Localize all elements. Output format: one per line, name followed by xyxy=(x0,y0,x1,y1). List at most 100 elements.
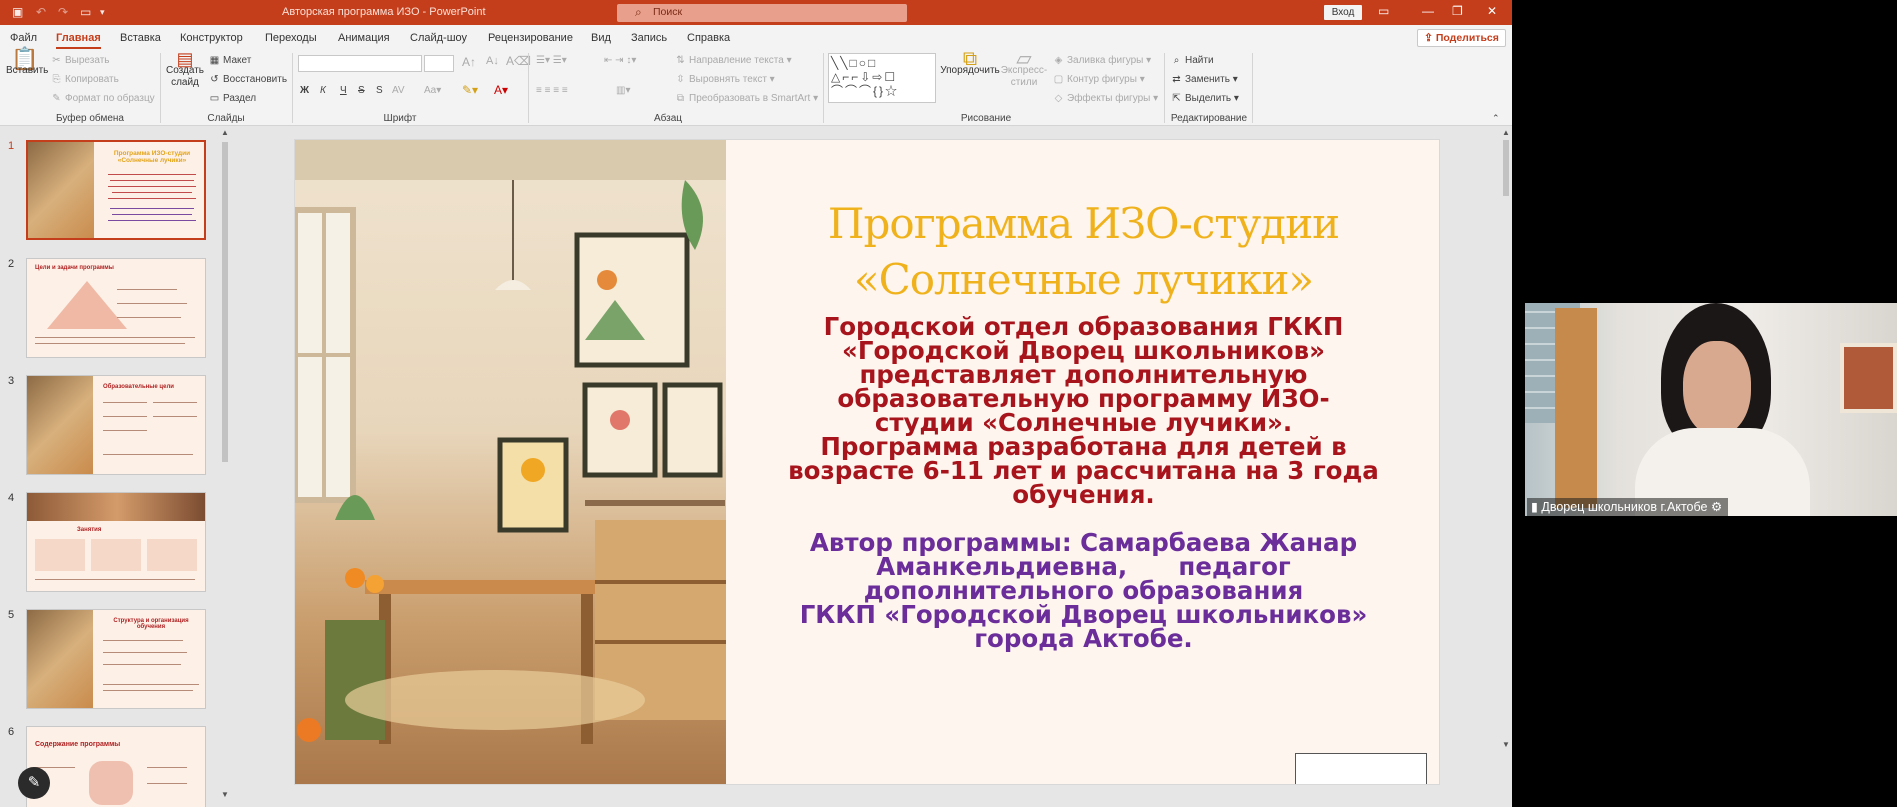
close-icon[interactable]: ✕ xyxy=(1487,4,1497,18)
font-size-field[interactable] xyxy=(424,55,454,72)
slide-scrollbar[interactable]: ▲ ▼ xyxy=(1500,126,1512,806)
smartart-button[interactable]: ⧉ Преобразовать в SmartArt ▾ xyxy=(674,93,818,104)
slide-title[interactable]: Программа ИЗО-студии «Солнечные лучики» xyxy=(726,196,1439,308)
search-box[interactable]: ⌕ Поиск xyxy=(617,4,907,22)
case-icon[interactable]: Aa▾ xyxy=(424,85,441,96)
slide-thumbnail-2[interactable]: Цели и задачи программы xyxy=(26,258,206,358)
tab-review[interactable]: Рецензирование xyxy=(488,32,573,44)
align-text-button[interactable]: ⇳ Выровнять текст ▾ xyxy=(674,74,774,85)
pen-icon[interactable]: ✎ xyxy=(18,767,50,799)
signin-button[interactable]: Вход xyxy=(1324,5,1362,20)
thumb-title: Структура и организация обучения xyxy=(113,618,189,630)
minimize-icon[interactable]: — xyxy=(1422,4,1434,18)
scroll-down-icon[interactable]: ▼ xyxy=(1502,740,1510,749)
bullets-icon[interactable]: ☰▾ ☰▾ xyxy=(536,55,567,66)
cut-label: Вырезать xyxy=(65,55,110,66)
document-title: Авторская программа ИЗО - PowerPoint xyxy=(282,6,486,18)
replace-icon: ⇄ xyxy=(1172,74,1181,85)
new-slide-icon: ▤ xyxy=(176,49,194,69)
thumb-number: 5 xyxy=(8,609,15,621)
scroll-thumb[interactable] xyxy=(1503,140,1509,196)
thumb-number: 2 xyxy=(8,258,15,270)
customize-toolbar-icon[interactable]: ▾ xyxy=(100,7,105,18)
tab-home[interactable]: Главная xyxy=(56,32,101,49)
select-button[interactable]: ⇱ Выделить ▾ xyxy=(1170,93,1239,104)
quick-styles-button[interactable]: ▱ Экспресс-стили xyxy=(1000,49,1048,89)
tab-insert[interactable]: Вставка xyxy=(120,32,161,44)
thumbnails-scrollbar[interactable]: ▲ ▼ xyxy=(220,126,230,806)
slide-thumbnail-1[interactable]: Программа ИЗО-студии «Солнечные лучики» xyxy=(26,140,206,240)
ribbon-home: 📋 Вставить ✂ Вырезать ⎘ Копировать ✎ Формат… xyxy=(0,48,1512,126)
slide-thumbnail-5[interactable]: Структура и организация обучения xyxy=(26,609,206,709)
highlight-icon[interactable]: ✎▾ xyxy=(462,83,478,97)
shapes-gallery[interactable]: ╲╲□○□ △⌐⌐⇩⇨☐ ⌒⌒⌒{}☆ xyxy=(828,53,936,103)
replace-button[interactable]: ⇄ Заменить ▾ xyxy=(1170,74,1237,85)
format-painter-button[interactable]: ✎ Формат по образцу xyxy=(50,93,154,104)
indent-icon[interactable]: ⇤ ⇥ ↕▾ xyxy=(604,55,636,66)
ribbon-display-icon[interactable]: ▭ xyxy=(1378,4,1389,18)
find-button[interactable]: ⌕ Найти xyxy=(1170,55,1214,66)
undo-icon[interactable]: ↶ xyxy=(36,5,46,19)
align-text-icon: ⇳ xyxy=(676,74,685,85)
font-name-field[interactable] xyxy=(298,55,422,72)
spacing-icon[interactable]: AV xyxy=(392,85,405,96)
restore-icon[interactable]: ❐ xyxy=(1452,4,1463,18)
tab-slideshow[interactable]: Слайд-шоу xyxy=(410,32,467,44)
tab-design[interactable]: Конструктор xyxy=(180,32,243,44)
strikethrough-button[interactable]: S xyxy=(358,85,365,96)
copy-label: Копировать xyxy=(65,74,119,85)
tab-help[interactable]: Справка xyxy=(687,32,730,44)
italic-button[interactable]: К xyxy=(320,85,326,96)
thumb-title: Содержание программы xyxy=(35,741,121,748)
scroll-down-icon[interactable]: ▼ xyxy=(221,790,229,799)
slide-thumbnail-6[interactable]: Содержание программы xyxy=(26,726,206,807)
copy-button[interactable]: ⎘ Копировать xyxy=(50,74,119,85)
arrange-button[interactable]: ⧉ Упорядочить xyxy=(940,49,1000,77)
thumb-text-line xyxy=(110,208,194,209)
cut-button[interactable]: ✂ Вырезать xyxy=(50,55,109,66)
scissors-icon: ✂ xyxy=(52,55,61,66)
thumb-text-line xyxy=(117,317,181,318)
scroll-up-icon[interactable]: ▲ xyxy=(1502,128,1510,137)
bold-button[interactable]: Ж xyxy=(300,85,309,96)
collapse-ribbon-icon[interactable]: ⌃ xyxy=(1492,113,1500,124)
section-button[interactable]: ▭ Раздел xyxy=(208,93,256,104)
shrink-font-icon[interactable]: A↓ xyxy=(486,55,499,67)
participant-name: Дворец школьников г.Актобе xyxy=(1541,500,1708,514)
paste-button[interactable]: 📋 Вставить xyxy=(6,48,48,77)
shape-outline-button[interactable]: ▢ Контур фигуры ▾ xyxy=(1052,74,1145,85)
more-icon[interactable]: ⚙ xyxy=(1707,500,1722,514)
redo-icon[interactable]: ↷ xyxy=(58,5,68,19)
shape-effects-button[interactable]: ◇ Эффекты фигуры ▾ xyxy=(1052,93,1159,104)
tab-transitions[interactable]: Переходы xyxy=(265,32,317,44)
save-icon[interactable]: ▣ xyxy=(12,5,23,19)
share-button[interactable]: ⇪ Поделиться xyxy=(1417,29,1506,47)
select-label: Выделить xyxy=(1185,93,1232,104)
font-color-icon[interactable]: A▾ xyxy=(494,83,508,97)
layout-button[interactable]: ▦ Макет xyxy=(208,55,252,66)
slide-thumbnail-4[interactable]: Занятия xyxy=(26,492,206,592)
reset-icon: ↺ xyxy=(210,74,219,85)
shape-fill-button[interactable]: ◈ Заливка фигуры ▾ xyxy=(1052,55,1152,66)
align-icons[interactable]: ≡ ≡ ≡ ≡ xyxy=(536,85,568,96)
new-slide-button[interactable]: ▤ Создать слайд xyxy=(164,49,206,89)
slide-thumbnail-3[interactable]: Образовательные цели xyxy=(26,375,206,475)
text-direction-button[interactable]: ⇅ Направление текста ▾ xyxy=(674,55,791,66)
tab-animations[interactable]: Анимация xyxy=(338,32,390,44)
shadow-icon[interactable]: S xyxy=(376,85,383,96)
author-line: города Актобе. xyxy=(974,624,1193,653)
video-participant-tile[interactable]: ▮ Дворец школьников г.Актобе ⚙ xyxy=(1525,303,1897,516)
tab-record[interactable]: Запись xyxy=(631,32,667,44)
empty-textbox[interactable] xyxy=(1295,753,1427,784)
present-icon[interactable]: ▭ xyxy=(80,5,91,19)
slide-canvas[interactable]: Программа ИЗО-студии «Солнечные лучики» … xyxy=(294,139,1440,785)
underline-button[interactable]: Ч xyxy=(340,85,347,96)
tab-file[interactable]: Файл xyxy=(10,32,37,44)
scroll-thumb[interactable] xyxy=(222,142,228,462)
reset-button[interactable]: ↺ Восстановить xyxy=(208,74,287,85)
tab-view[interactable]: Вид xyxy=(591,32,611,44)
grow-font-icon[interactable]: A↑ xyxy=(462,55,476,69)
columns-icon[interactable]: ▥▾ xyxy=(616,85,630,96)
studio-photo xyxy=(295,140,726,784)
scroll-up-icon[interactable]: ▲ xyxy=(221,128,229,137)
